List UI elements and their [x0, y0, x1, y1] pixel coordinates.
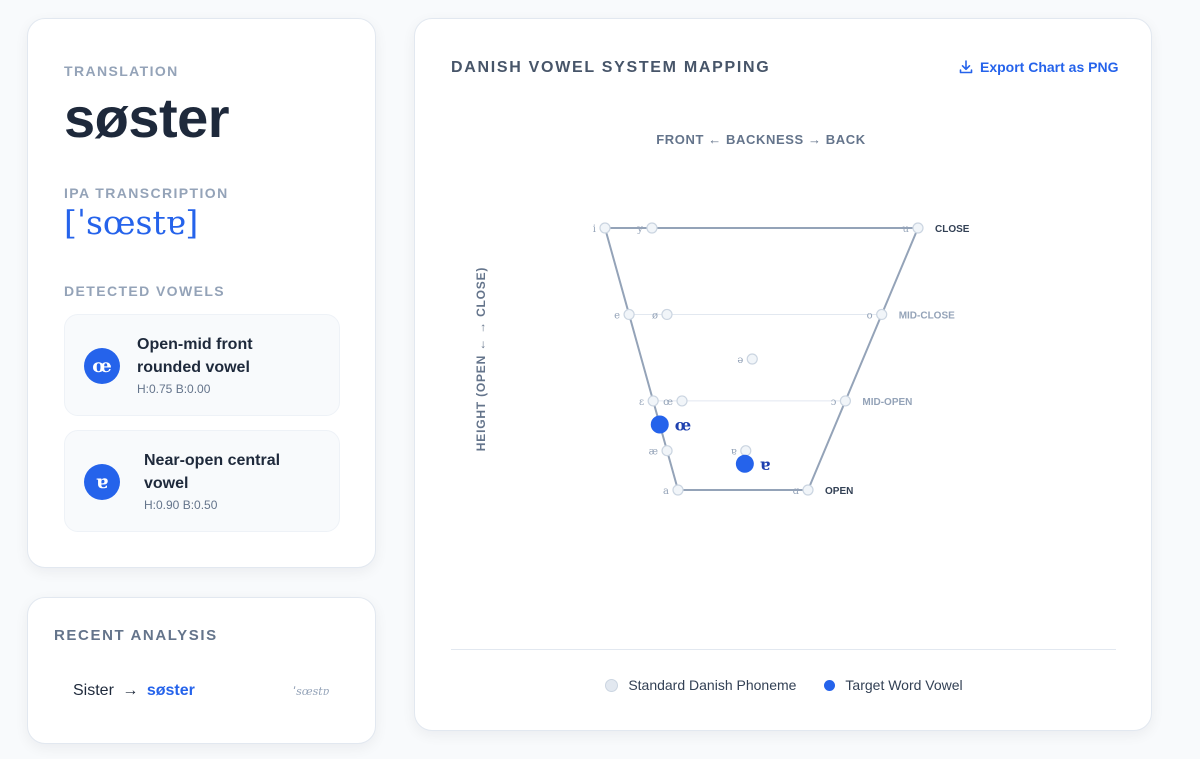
phoneme-label: ə — [737, 355, 743, 366]
target-vowel-label: ɐ — [760, 455, 770, 474]
legend-item-standard: Standard Danish Phoneme — [605, 677, 796, 693]
translation-card: TRANSLATION søster IPA TRANSCRIPTION [ˈs… — [27, 18, 376, 568]
recent-source-word: Sister — [73, 682, 114, 699]
ipa-transcription: [ˈsœstɐ] — [64, 203, 199, 242]
standard-phoneme-point — [676, 395, 688, 407]
vowel-name: Near-open central vowel — [144, 452, 281, 492]
y-axis-label: HEIGHT (OPEN ← → CLOSE) — [474, 267, 488, 451]
phoneme-label: y — [636, 224, 643, 235]
legend-item-target: Target Word Vowel — [824, 677, 963, 693]
standard-phoneme-point — [661, 308, 673, 321]
detected-vowel-card[interactable]: œ Open-mid front rounded vowel H:0.75 B:… — [64, 314, 340, 416]
vowel-chart-card: DANISH VOWEL SYSTEM MAPPING Export Chart… — [414, 18, 1152, 731]
phoneme-label: œ — [663, 397, 673, 408]
standard-phoneme-point — [646, 222, 658, 234]
phoneme-label: i — [593, 224, 596, 235]
vowel-coordinates: H:0.75 B:0.00 — [137, 382, 211, 396]
phoneme-label: ɛ — [639, 397, 644, 408]
height-level-label: OPEN — [825, 486, 853, 497]
standard-phoneme-point — [839, 395, 851, 407]
phoneme-label: ɑ — [793, 486, 800, 497]
arrow-right-icon: → — [122, 682, 139, 699]
height-level-label: MID-OPEN — [862, 397, 912, 408]
standard-phoneme-point — [912, 222, 924, 234]
recent-analysis-card: RECENT ANALYSIS Sister → søster ˈsœstɐ — [27, 597, 376, 744]
phoneme-label: a — [663, 486, 669, 497]
recent-ipa: ˈsœstɐ — [293, 685, 330, 698]
ipa-label: IPA TRANSCRIPTION — [64, 185, 229, 201]
target-vowel-point — [735, 454, 754, 473]
standard-phoneme-swatch — [605, 678, 619, 692]
standard-phoneme-point — [672, 484, 684, 496]
legend-label: Target Word Vowel — [845, 677, 963, 693]
x-axis-label: FRONT ← BACKNESS → BACK — [656, 132, 866, 147]
target-vowel-swatch — [824, 679, 836, 691]
target-vowel-point — [650, 415, 669, 434]
standard-phoneme-point — [740, 445, 752, 457]
legend-divider — [451, 649, 1116, 650]
vowel-name: Open-mid front rounded vowel — [137, 336, 253, 376]
target-vowel-label: œ — [675, 416, 691, 435]
vowel-symbol-badge: œ — [84, 348, 120, 384]
phoneme-label: u — [903, 224, 910, 235]
vowel-chart: FRONT ← BACKNESS → BACK HEIGHT (OPEN ← →… — [474, 132, 970, 497]
standard-phoneme-point — [802, 484, 814, 496]
translation-label: TRANSLATION — [64, 63, 179, 79]
phoneme-label: e — [614, 310, 620, 321]
standard-phoneme-point — [661, 445, 673, 457]
phoneme-label: ø — [652, 310, 658, 321]
recent-analysis-item[interactable]: Sister → søster — [73, 682, 195, 700]
chart-legend: Standard Danish Phoneme Target Word Vowe… — [415, 677, 1153, 693]
legend-label: Standard Danish Phoneme — [628, 677, 797, 693]
detected-vowels-label: DETECTED VOWELS — [64, 283, 226, 299]
standard-phoneme-point — [599, 222, 611, 234]
recent-target-word: søster — [146, 682, 195, 699]
standard-phoneme-point — [876, 308, 888, 321]
vowel-coordinates: H:0.90 B:0.50 — [144, 498, 218, 512]
standard-phoneme-point — [746, 353, 758, 365]
phoneme-label: o — [867, 310, 873, 321]
phoneme-label: ɔ — [831, 397, 837, 408]
phoneme-label: æ — [649, 447, 658, 458]
translated-word: søster — [64, 86, 230, 149]
standard-phoneme-point — [623, 308, 635, 321]
vowel-symbol-badge: ɐ — [84, 464, 120, 500]
standard-phoneme-point — [647, 395, 659, 407]
height-level-label: MID-CLOSE — [899, 310, 955, 321]
phoneme-label: ɐ — [731, 447, 737, 458]
recent-analysis-title: RECENT ANALYSIS — [54, 627, 218, 644]
height-level-label: CLOSE — [935, 224, 970, 235]
detected-vowel-card[interactable]: ɐ Near-open central vowel H:0.90 B:0.50 — [64, 430, 340, 532]
